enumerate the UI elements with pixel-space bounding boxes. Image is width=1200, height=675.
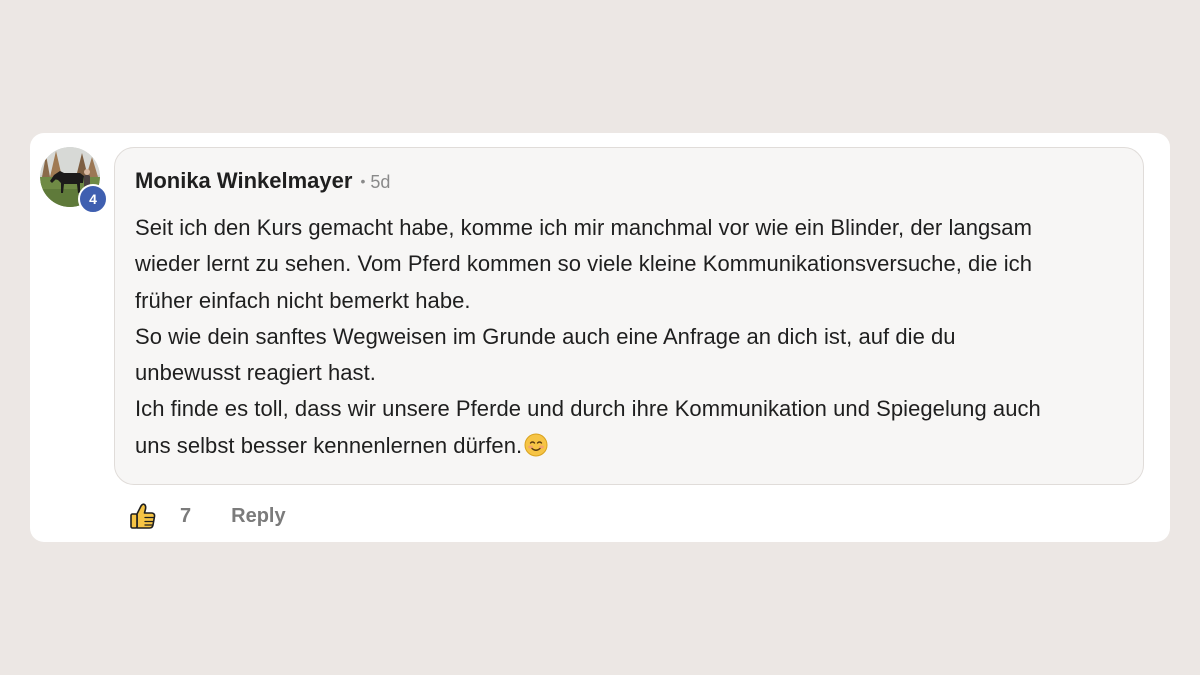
avatar-container[interactable]: 4 xyxy=(40,147,108,214)
comment-actions: 7 Reply xyxy=(128,499,286,533)
comment-line: wieder lernt zu sehen. Vom Pferd kommen … xyxy=(135,251,1033,277)
comment-line-last: uns selbst besser kennenlernen dürfen. xyxy=(135,428,1123,464)
comment-age[interactable]: 5d xyxy=(370,172,390,193)
comment-line: Seit ich den Kurs gemacht habe, komme ic… xyxy=(135,215,1032,240)
comment-line: So wie dein sanftes Wegweisen im Grunde … xyxy=(135,323,956,349)
level-badge: 4 xyxy=(78,184,108,214)
thumbs-up-icon[interactable] xyxy=(128,501,158,531)
reply-button[interactable]: Reply xyxy=(231,505,285,528)
comment-bubble: Monika Winkelmayer • 5d Seit ich den Kur… xyxy=(114,147,1144,485)
comment-card: 4 Monika Winkelmayer • 5d Seit ich den K… xyxy=(30,133,1170,542)
author-name[interactable]: Monika Winkelmayer xyxy=(135,168,352,194)
comment-body: Seit ich den Kurs gemacht habe, komme ic… xyxy=(135,210,1123,464)
meta-separator: • xyxy=(360,173,366,189)
comment-line: früher einfach nicht bemerkt habe. xyxy=(135,287,471,313)
comment-line: unbewusst reagiert hast. xyxy=(135,360,376,386)
comment-line-text: uns selbst besser kennenlernen dürfen. xyxy=(135,432,523,458)
smiling-face-emoji-icon xyxy=(524,433,548,457)
comment-header: Monika Winkelmayer • 5d xyxy=(135,168,1123,202)
like-count: 7 xyxy=(180,504,192,527)
comment-line: Ich finde es toll, dass wir unsere Pferd… xyxy=(135,396,1041,422)
